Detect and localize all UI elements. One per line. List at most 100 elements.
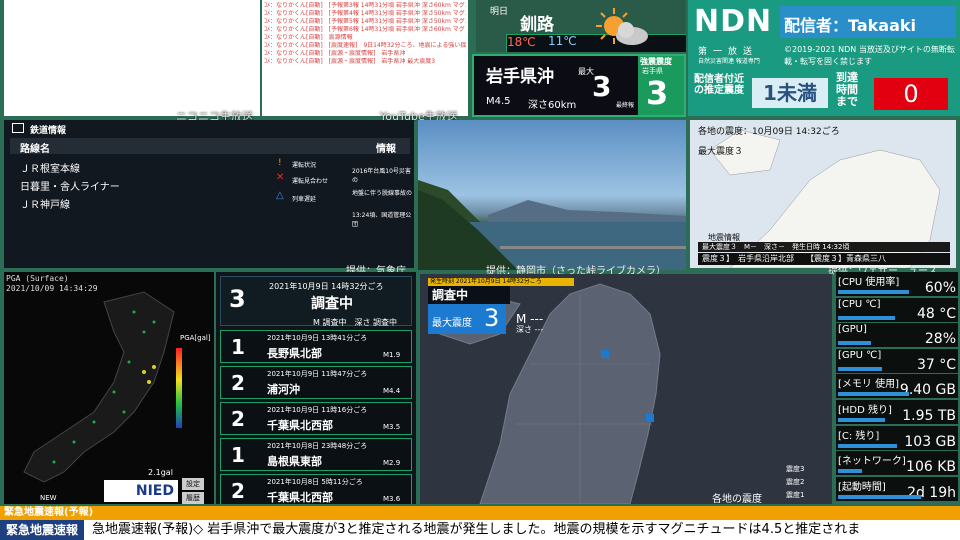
- warning-icon: !: [278, 158, 282, 168]
- kmap-title: PGA (Surface): [6, 274, 69, 283]
- settings-button[interactable]: 設定: [182, 478, 204, 490]
- history-date: 2021年10月9日 11時47分ごろ: [267, 370, 368, 378]
- stat-gauge: [838, 315, 895, 320]
- kmap-pga-label: PGA[gal]: [180, 334, 211, 342]
- stat-value: 37 °C: [916, 356, 956, 373]
- estimated-intensity-box: 強震震度 岩手県 3: [638, 56, 684, 115]
- comment-line: ｺﾒ：なりかくん[自動] [震度速報] 9日14時32分ごろ、地震による強い揺れ…: [264, 42, 466, 49]
- stat-label: [CPU ℃]: [838, 298, 881, 310]
- center-max-intensity: 最大震度 3: [428, 304, 506, 334]
- railway-info-panel: 鉄道情報 路線名 情報 ＪＲ根室本線 日暮里・舎人ライナー ＪＲ神戸線 ! 運転…: [4, 120, 414, 268]
- history-intensity: 2: [231, 371, 245, 395]
- stat-gauge: [838, 443, 897, 448]
- kmap-new: NEW: [40, 494, 57, 502]
- ndn-brand-panel: NDN 配信者：Takaaki 第一放送 自然災害関連 報道専門 ©2019-2…: [688, 0, 960, 116]
- comment-line: ｺﾒ：なりかくん[自動] 震源情報: [264, 34, 353, 41]
- arrival-value: 0: [874, 78, 948, 110]
- current-region: 調査中: [311, 296, 353, 312]
- history-intensity: 2: [231, 407, 245, 431]
- quake-region: 岩手県沖: [486, 67, 554, 87]
- history-item[interactable]: 1 2021年10月9日 13時41分ごろ 長野県北部 M1.9: [220, 330, 412, 363]
- history-item[interactable]: 2 2021年10月9日 11時47分ごろ 浦河沖 M4.4: [220, 366, 412, 399]
- local-intensity-value: 1未満: [752, 78, 828, 108]
- comment-line: ｺﾒ：なりかくん[自動] [震源・震度情報] 岩手県沖 最大震度3: [264, 58, 436, 65]
- comment-line: ｺﾒ：なりかくん[自動] [震源・震度情報] 岩手県沖: [264, 50, 406, 57]
- history-item[interactable]: 2 2021年10月9日 11時16分ごろ 千葉県北西部 M3.5: [220, 402, 412, 435]
- stat-value: 106 KB: [906, 459, 956, 476]
- triangle-icon: △: [276, 190, 284, 201]
- current-quake-card[interactable]: 3 2021年10月9日 14時32分ごろ 調査中 M 調査中 深さ 調査中: [220, 276, 412, 327]
- current-date: 2021年10月9日 14時32分ごろ: [269, 282, 384, 291]
- intensity-map: 発生時刻 2021年10月9日 14時32分ごろ 調査中 最大震度 3 M --…: [420, 274, 832, 504]
- stat-label: [ネットワーク]: [838, 456, 906, 468]
- rail-line: ＪＲ神戸線: [20, 200, 70, 211]
- system-stat-row: [HDD 残り] 1.95 TB: [836, 400, 958, 424]
- stat-gauge: [838, 366, 882, 371]
- stat-value: 1.95 TB: [902, 408, 956, 424]
- stat-gauge: [838, 341, 872, 346]
- stat-label: [HDD 残り]: [838, 405, 892, 416]
- rail-col-route: 路線名: [20, 144, 50, 155]
- weather-day: 明日: [490, 7, 509, 17]
- legend-suspended: 運転見合わせ: [292, 178, 329, 185]
- eew-ticker-label: 緊急地震速報: [0, 520, 85, 540]
- stat-gauge: [838, 290, 909, 294]
- history-date: 2021年10月8日 23時48分ごろ: [267, 442, 368, 450]
- history-item[interactable]: 1 2021年10月8日 23時48分ごろ 島根県東部 M2.9: [220, 438, 412, 471]
- final-label: 最終報: [616, 102, 635, 109]
- weather-panel: 明日 釧路 18℃ 11℃: [476, 0, 686, 52]
- occurrence-time-tag: 発生時刻 2021年10月9日 14時32分ごろ: [428, 278, 574, 286]
- est-value: 3: [646, 74, 669, 112]
- current-meta: M 調査中 深さ 調査中: [313, 318, 397, 327]
- history-mag: M3.5: [383, 423, 401, 431]
- history-mag: M3.6: [383, 495, 401, 503]
- history-region: 千葉県北西部: [267, 419, 333, 432]
- weather-low: 11℃: [548, 34, 577, 48]
- system-stats-panel: [CPU 使用率] 60% [CPU ℃] 48 °C [GPU] 28% [GPU ℃] 3…: [834, 272, 960, 504]
- history-mag: M1.9: [383, 351, 401, 359]
- system-stat-row: [CPU ℃] 48 °C: [836, 297, 958, 322]
- history-date: 2021年10月8日 5時11分ごろ: [267, 478, 363, 486]
- rail-info: 地盤に伴う脱線事故の: [352, 190, 413, 197]
- quake-magnitude: M4.5: [486, 96, 511, 107]
- history-item[interactable]: 2 2021年10月8日 5時11分ごろ 千葉県北西部 M3.6: [220, 474, 412, 504]
- system-stat-row: [ネットワーク] 106 KB: [836, 451, 958, 476]
- max-intensity: 3: [592, 70, 612, 103]
- stat-value: 60%: [924, 280, 956, 296]
- center-status: 調査中: [428, 286, 510, 304]
- history-intensity: 1: [231, 443, 245, 467]
- rail-info: 2016年台風10号災害の: [352, 168, 411, 184]
- center-max-value: 3: [484, 304, 500, 332]
- history-mag: M2.9: [383, 459, 401, 467]
- comment-line: ｺﾒ：なりかくん[自動] [予報第6報 14時31分頃 岩手県沖 深さ60km …: [264, 26, 466, 33]
- quake-map-max: 最大震度３: [698, 147, 744, 157]
- japan-pga-map: [23, 291, 182, 483]
- strong-motion-map: PGA (Surface) 2021/10/09 14:34:29 PGA[ga…: [4, 272, 214, 504]
- history-region: 浦河沖: [267, 383, 300, 396]
- center-depth: 深さ ---: [516, 325, 544, 334]
- quake-summary-box: 岩手県沖 最大 3 最終報 M4.5 深さ60km 強震震度 岩手県 3: [472, 54, 686, 117]
- kmap-time: 2021/10/09 14:34:29: [6, 284, 98, 293]
- rail-line: 日暮里・舎人ライナー: [20, 182, 120, 193]
- history-button[interactable]: 履歴: [182, 492, 204, 504]
- stat-gauge: [838, 418, 886, 422]
- rail-header: 路線名 情報: [10, 138, 410, 155]
- stat-gauge: [838, 392, 909, 397]
- quake-map-bar: 最大震度３ M－ 深さ－ 発生日時 14:32頃: [698, 242, 950, 252]
- system-stat-row: [CPU 使用率] 60%: [836, 272, 958, 296]
- stat-label: [起動時間]: [838, 481, 886, 493]
- kmap-gal: 2.1gal: [148, 468, 173, 477]
- stat-label: [GPU]: [838, 324, 867, 336]
- train-icon: [12, 123, 24, 133]
- weather-city: 釧路: [520, 15, 554, 35]
- history-date: 2021年10月9日 11時16分ごろ: [267, 406, 368, 414]
- system-stat-row: [起動時間] 2d 19h: [836, 476, 958, 501]
- copyright: ©2019-2021 NDN 当放送及びサイトの無断転載・転写を固く禁じます: [784, 45, 955, 66]
- stat-value: 103 GB: [904, 433, 956, 450]
- youtube-comment-panel: ｺﾒ：なりかくん[自動] [予報第3報 14時31分頃 岩手県沖 深さ60km …: [262, 0, 468, 116]
- legend-int1: 震度1: [786, 491, 805, 499]
- comment-line: ｺﾒ：なりかくん[自動] [予報第3報 14時31分頃 岩手県沖 深さ60km …: [264, 2, 466, 9]
- ndn-logo: NDN: [694, 4, 773, 39]
- stat-gauge: [838, 494, 921, 499]
- cross-icon: ✕: [276, 172, 285, 183]
